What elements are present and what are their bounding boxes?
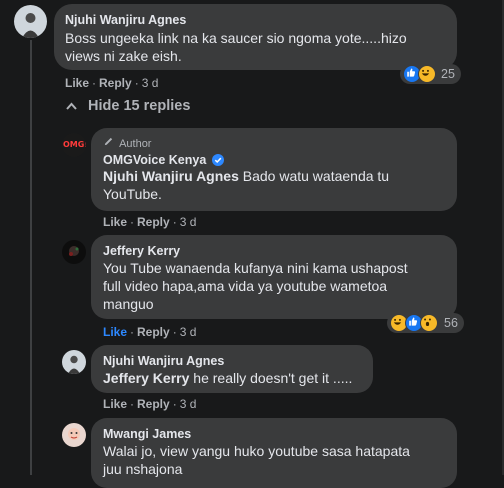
chevron-up-icon bbox=[66, 98, 78, 114]
pen-icon bbox=[103, 136, 114, 150]
comment-text-line-1: Boss ungeeka link na ka saucer sio ngoma… bbox=[65, 30, 407, 46]
omg-logo-text: OMG! bbox=[63, 140, 86, 149]
like-link[interactable]: Like bbox=[65, 76, 89, 90]
thread-line bbox=[30, 40, 32, 475]
like-link[interactable]: Like bbox=[103, 325, 127, 339]
reaction-summary[interactable]: 25 bbox=[400, 64, 461, 84]
reply-actions: Like · Reply · 3 d bbox=[103, 325, 197, 339]
hide-replies-label: Hide 15 replies bbox=[88, 98, 191, 114]
reaction-summary[interactable]: 56 bbox=[387, 313, 464, 333]
comment-bubble: Njuhi Wanjiru Agnes Boss ungeeka link na… bbox=[54, 4, 457, 70]
reply-text-line-2: YouTube. bbox=[103, 186, 162, 202]
mention-link[interactable]: Njuhi Wanjiru Agnes bbox=[103, 168, 239, 184]
timestamp[interactable]: 3 d bbox=[180, 397, 197, 411]
author-badge: Author bbox=[103, 136, 151, 150]
laugh-icon bbox=[418, 65, 436, 83]
reply-actions: Like · Reply · 3 d bbox=[103, 397, 197, 411]
timestamp[interactable]: 3 d bbox=[180, 215, 197, 229]
reply-text-line-1: Walai jo, view yangu huko youtube sasa h… bbox=[103, 443, 410, 459]
like-link[interactable]: Like bbox=[103, 397, 127, 411]
comment-actions: Like · Reply · 3 d bbox=[65, 76, 159, 90]
mention-link[interactable]: Jeffery Kerry bbox=[103, 370, 189, 386]
reply-bubble-jeffery: Jeffery Kerry You Tube wanaenda kufanya … bbox=[91, 235, 457, 319]
reply-author[interactable]: Mwangi James bbox=[103, 427, 191, 441]
wow-icon bbox=[420, 314, 438, 332]
reply-author[interactable]: Njuhi Wanjiru Agnes bbox=[103, 354, 224, 368]
reply-bubble-mwangi: Mwangi James Walai jo, view yangu huko y… bbox=[91, 418, 457, 488]
timestamp[interactable]: 3 d bbox=[180, 325, 197, 339]
reply-author[interactable]: Jeffery Kerry bbox=[103, 244, 180, 258]
reaction-count: 25 bbox=[441, 67, 455, 81]
avatar-njuhi[interactable] bbox=[14, 5, 47, 38]
reply-link[interactable]: Reply bbox=[137, 215, 170, 229]
like-link[interactable]: Like bbox=[103, 215, 127, 229]
timestamp[interactable]: 3 d bbox=[142, 76, 159, 90]
avatar-omgvoice[interactable]: OMG! bbox=[62, 133, 86, 157]
author-badge-label: Author bbox=[119, 138, 152, 150]
reply-text-line-1: Jeffery Kerry he really doesn't get it .… bbox=[103, 370, 353, 386]
reply-link[interactable]: Reply bbox=[99, 76, 132, 90]
avatar-mwangi[interactable] bbox=[62, 423, 86, 447]
reply-link[interactable]: Reply bbox=[137, 325, 170, 339]
avatar-njuhi[interactable] bbox=[62, 350, 86, 374]
reply-text-line-1: Njuhi Wanjiru Agnes Bado watu wataenda t… bbox=[103, 168, 390, 184]
reply-text-line-1: You Tube wanaenda kufanya nini kama usha… bbox=[103, 260, 408, 276]
comment-text-line-2: views ni zake eish. bbox=[65, 48, 182, 64]
reaction-count: 56 bbox=[444, 316, 458, 330]
reply-text-line-3: manguo bbox=[103, 296, 154, 312]
reply-bubble-njuhi: Njuhi Wanjiru Agnes Jeffery Kerry he rea… bbox=[91, 345, 373, 393]
comment-author[interactable]: Njuhi Wanjiru Agnes bbox=[65, 13, 186, 27]
reply-text-line-2: juu nshajona bbox=[103, 461, 183, 477]
reply-actions: Like · Reply · 3 d bbox=[103, 215, 197, 229]
avatar-jeffery[interactable] bbox=[62, 240, 86, 264]
reply-text-line-2: full video hapa,ama vida ya youtube wame… bbox=[103, 278, 388, 294]
reply-bubble-omgvoice: Author OMGVoice Kenya Njuhi Wanjiru Agne… bbox=[91, 128, 457, 211]
hide-replies-button[interactable]: Hide 15 replies bbox=[66, 98, 190, 114]
reply-link[interactable]: Reply bbox=[137, 397, 170, 411]
